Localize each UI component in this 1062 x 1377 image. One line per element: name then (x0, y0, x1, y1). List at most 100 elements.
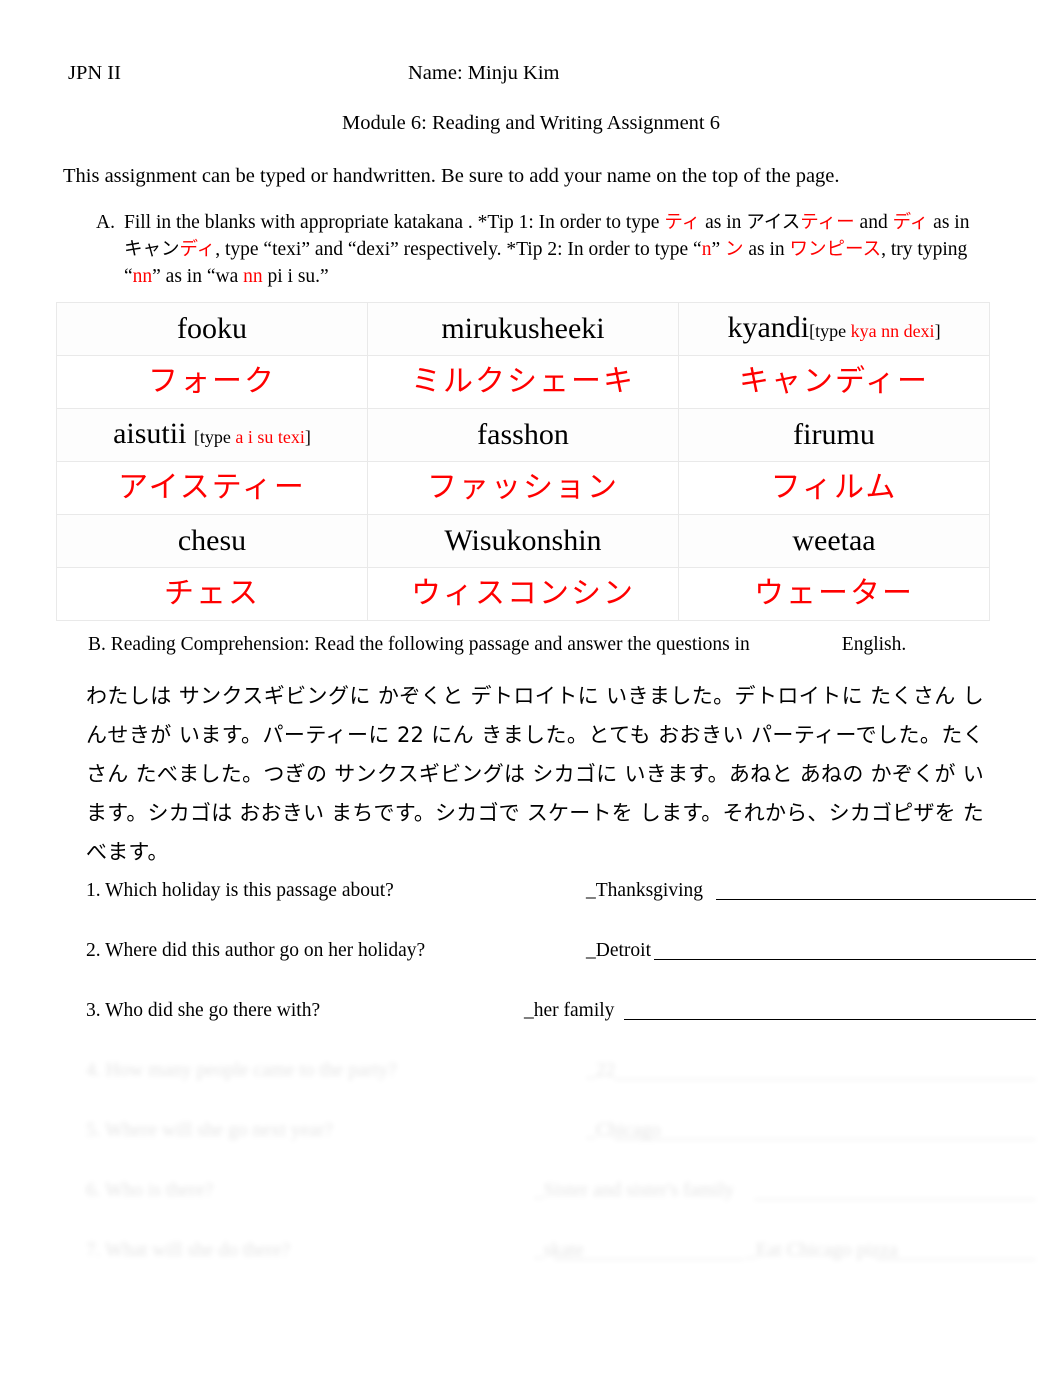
romaji-word: aisutii [type a i su texi] (113, 417, 311, 450)
answer-text[interactable]: _Thanksgiving (586, 878, 703, 904)
katakana-table: fooku mirukusheeki kyandi[type kya nn dexi… (56, 302, 990, 621)
section-b-heading: B. Reading Comprehension: Read the follo… (88, 632, 988, 658)
tip-text-1: Fill in the blanks with appropriate kata… (124, 212, 665, 233)
katakana-answer-cell[interactable]: キャンディー (678, 355, 990, 409)
question-row: 4. How many people came to the party? _22 (86, 1058, 1036, 1094)
table-row: aisutii [type a i su texi] fasshon firumu (56, 408, 990, 462)
romaji-prompt-cell[interactable]: aisutii [type a i su texi] (56, 408, 368, 462)
tip-letters-nn-2: nn (243, 266, 263, 287)
romaji-main: weetaa (792, 524, 876, 557)
romaji-word: mirukusheeki (441, 312, 604, 345)
romaji-prompt-cell[interactable]: chesu (56, 514, 368, 568)
katakana-answer: フィルム (770, 470, 898, 505)
katakana-answer-cell[interactable]: ウィスコンシン (367, 567, 679, 621)
romaji-prompt-cell[interactable]: Wisukonshin (367, 514, 679, 568)
answer-text[interactable]: _Sister and sister's family (534, 1178, 734, 1204)
romaji-word: fasshon (477, 418, 569, 451)
katakana-answer-cell[interactable]: チェス (56, 567, 368, 621)
katakana-kyan: キャン (124, 239, 180, 260)
answer-blank-rule[interactable] (624, 1019, 1036, 1020)
table-row: チェス ウィスコンシン ウェーター (56, 567, 990, 621)
katakana-answer: チェス (164, 576, 260, 611)
answer-blank-rule[interactable] (554, 1259, 744, 1260)
course-label: JPN II (68, 62, 121, 84)
romaji-main: Wisukonshin (444, 524, 602, 557)
answer-text-secondary[interactable]: _Eat Chicago pizza (746, 1238, 898, 1264)
romaji-prompt-cell[interactable]: weetaa (678, 514, 990, 568)
question-row: 2. Where did this author go on her holid… (86, 938, 1036, 974)
answer-blank-rule[interactable] (614, 1079, 1036, 1080)
answer-text[interactable]: _skate (534, 1238, 584, 1264)
romaji-word: Wisukonshin (444, 524, 601, 557)
typing-hint-open: [type (193, 426, 236, 447)
japanese-passage: わたしは サンクスギビングに かぞくと デトロイトに いきました。デトロイトに … (86, 684, 984, 864)
romaji-prompt-cell[interactable]: fooku (56, 302, 368, 356)
katakana-answer-cell[interactable]: ファッション (367, 461, 679, 515)
question-text: 1. Which holiday is this passage about? (86, 880, 394, 901)
intro-instruction: This assignment can be typed or handwrit… (63, 165, 840, 187)
katakana-table-wrapper: fooku mirukusheeki kyandi[type kya nn dexi… (56, 302, 990, 621)
section-a-body: Fill in the blanks with appropriate kata… (96, 209, 992, 290)
section-a-instructions: A. Fill in the blanks with appropriate k… (96, 209, 992, 290)
katakana-wanpiisu: ワンピース (789, 239, 882, 260)
question-row: 7. What will she do there? _skate _Eat Chi… (86, 1238, 1036, 1274)
table-row: フォーク ミルクシェーキ キャンディー (56, 355, 990, 409)
katakana-tii: ティー (800, 212, 855, 233)
question-text: 5. Where will she go next year? (86, 1120, 334, 1141)
tip-text-10: pi i su.” (262, 266, 329, 287)
romaji-prompt-cell[interactable]: fasshon (367, 408, 679, 462)
katakana-answer: ウィスコンシン (411, 576, 635, 611)
romaji-word: firumu (793, 418, 875, 451)
romaji-word: weetaa (792, 524, 875, 557)
romaji-main: kyandi (727, 310, 810, 344)
answer-text[interactable]: _her family (524, 998, 614, 1024)
answer-blank-rule-secondary[interactable] (876, 1259, 1036, 1260)
romaji-word: kyandi[type kya nn dexi] (727, 311, 940, 344)
romaji-prompt-cell[interactable]: mirukusheeki (367, 302, 679, 356)
answer-blank-rule[interactable] (654, 959, 1036, 960)
question-row: 1. Which holiday is this passage about? _… (86, 878, 1036, 914)
katakana-di-1: ディ (892, 212, 929, 233)
katakana-answer-cell[interactable]: アイスティー (56, 461, 368, 515)
katakana-answer: キャンディー (739, 364, 929, 399)
question-row: 3. Who did she go there with? _her family (86, 998, 1036, 1034)
answer-blank-rule[interactable] (614, 1139, 1036, 1140)
tip-text-7: as in (743, 239, 790, 260)
katakana-answer-cell[interactable]: ウェーター (678, 567, 990, 621)
katakana-answer: アイスティー (118, 470, 306, 505)
document-page: JPN II Name: Minju Kim Module 6: Reading… (0, 0, 1062, 1377)
romaji-prompt-cell[interactable]: firumu (678, 408, 990, 462)
typing-hint-romaji: a i su texi (235, 426, 305, 447)
katakana-answer-cell[interactable]: フィルム (678, 461, 990, 515)
section-b-english-word: English (841, 634, 902, 655)
document-header: JPN II Name: Minju Kim (0, 60, 1062, 86)
romaji-main: chesu (177, 524, 247, 557)
section-a-letter: A. (96, 212, 115, 233)
question-text: 4. How many people came to the party? (86, 1060, 397, 1081)
katakana-answer: ミルクシェーキ (411, 364, 635, 399)
answer-blank-rule[interactable] (716, 899, 1036, 900)
table-row: chesu Wisukonshin weetaa (56, 514, 990, 568)
romaji-main: fasshon (477, 418, 569, 451)
tip-text-6: ” (711, 239, 725, 260)
tip-text-2: as in (700, 212, 747, 233)
question-row: 5. Where will she go next year? _Chicago (86, 1118, 1036, 1154)
katakana-n: ン (724, 239, 744, 260)
question-text: 3. Who did she go there with? (86, 1000, 321, 1021)
tip-text-5: , type “texi” and “dexi” respectively. *… (215, 239, 702, 260)
answer-blank-rule[interactable] (754, 1199, 1036, 1200)
tip-letters-nn-1: nn (132, 266, 153, 287)
section-b-lead: B. Reading Comprehension: Read the follo… (88, 634, 750, 655)
answer-text[interactable]: _22 (586, 1058, 615, 1084)
question-text: 6. Who is there? (86, 1180, 214, 1201)
answer-text[interactable]: _Detroit (586, 938, 651, 964)
typing-hint-close: ] (304, 426, 311, 447)
romaji-prompt-cell[interactable]: kyandi[type kya nn dexi] (678, 302, 990, 356)
katakana-answer-cell[interactable]: ミルクシェーキ (367, 355, 679, 409)
romaji-word: fooku (177, 312, 247, 345)
romaji-main: aisutii (113, 416, 194, 450)
answer-text[interactable]: _Chicago (586, 1118, 661, 1144)
katakana-answer-cell[interactable]: フォーク (56, 355, 368, 409)
typing-hint-romaji: kya nn dexi (850, 320, 935, 341)
romaji-main: fooku (177, 312, 247, 345)
